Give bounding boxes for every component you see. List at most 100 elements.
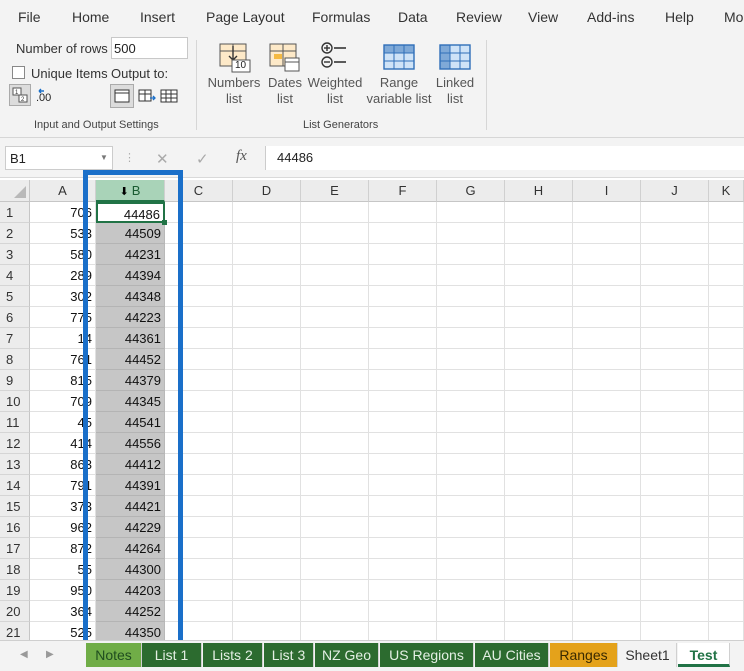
cell-empty[interactable]	[641, 223, 709, 244]
cell-empty[interactable]	[233, 454, 301, 475]
row-header[interactable]: 2	[0, 223, 30, 244]
row-header[interactable]: 1	[0, 202, 30, 223]
cell-empty[interactable]	[709, 454, 744, 475]
row-header[interactable]: 12	[0, 433, 30, 454]
row-header[interactable]: 6	[0, 307, 30, 328]
cell-empty[interactable]	[437, 391, 505, 412]
cell-empty[interactable]	[369, 265, 437, 286]
cell-empty[interactable]	[709, 265, 744, 286]
cell-empty[interactable]	[573, 307, 641, 328]
cell-empty[interactable]	[641, 307, 709, 328]
sheet-tab-list-1[interactable]: List 1	[142, 643, 202, 667]
cell-empty[interactable]	[709, 202, 744, 223]
cell-empty[interactable]	[301, 202, 369, 223]
sheet-tab-lists-2[interactable]: Lists 2	[203, 643, 263, 667]
cell-empty[interactable]	[573, 433, 641, 454]
cell-empty[interactable]	[369, 370, 437, 391]
cell-empty[interactable]	[437, 370, 505, 391]
cell-empty[interactable]	[233, 559, 301, 580]
cell-empty[interactable]	[709, 475, 744, 496]
cell-empty[interactable]	[505, 412, 573, 433]
cell-empty[interactable]	[641, 517, 709, 538]
cell-empty[interactable]	[301, 580, 369, 601]
cell-empty[interactable]	[369, 286, 437, 307]
cell-empty[interactable]	[641, 580, 709, 601]
cell-empty[interactable]	[233, 538, 301, 559]
cell-empty[interactable]	[301, 412, 369, 433]
formula-input[interactable]: 44486	[265, 146, 744, 170]
cell-empty[interactable]	[437, 433, 505, 454]
cell-empty[interactable]	[369, 391, 437, 412]
cell-empty[interactable]	[369, 454, 437, 475]
cell-empty[interactable]	[369, 496, 437, 517]
cell-empty[interactable]	[641, 286, 709, 307]
sheet-tab-sheet1[interactable]: Sheet1	[619, 643, 677, 667]
column-header-f[interactable]: F	[369, 180, 437, 202]
cell-empty[interactable]	[233, 433, 301, 454]
cell-empty[interactable]	[505, 601, 573, 622]
cell-empty[interactable]	[233, 601, 301, 622]
column-header-i[interactable]: I	[573, 180, 641, 202]
cell-empty[interactable]	[505, 370, 573, 391]
cell-empty[interactable]	[573, 223, 641, 244]
cell-empty[interactable]	[505, 454, 573, 475]
cell-empty[interactable]	[301, 601, 369, 622]
cell-empty[interactable]	[641, 202, 709, 223]
sheet-tab-us-regions[interactable]: US Regions	[380, 643, 474, 667]
cell-empty[interactable]	[573, 286, 641, 307]
cell-empty[interactable]	[709, 601, 744, 622]
cell-empty[interactable]	[709, 559, 744, 580]
column-header-e[interactable]: E	[301, 180, 369, 202]
row-header[interactable]: 3	[0, 244, 30, 265]
cell-empty[interactable]	[709, 307, 744, 328]
row-header[interactable]: 20	[0, 601, 30, 622]
cell-empty[interactable]	[233, 349, 301, 370]
cell-empty[interactable]	[369, 601, 437, 622]
cell-empty[interactable]	[369, 223, 437, 244]
sheet-tab-test[interactable]: Test	[678, 643, 730, 667]
menu-formulas[interactable]: Formulas	[312, 9, 370, 25]
cell-empty[interactable]	[369, 244, 437, 265]
output-table-icon[interactable]	[159, 86, 179, 106]
cell-empty[interactable]	[573, 244, 641, 265]
cell-empty[interactable]	[709, 391, 744, 412]
cell-empty[interactable]	[641, 391, 709, 412]
cell-empty[interactable]	[709, 223, 744, 244]
cell-empty[interactable]	[369, 202, 437, 223]
cancel-icon[interactable]: ✕	[156, 150, 169, 168]
cell-empty[interactable]	[641, 265, 709, 286]
cell-empty[interactable]	[573, 475, 641, 496]
cell-empty[interactable]	[641, 601, 709, 622]
cell-empty[interactable]	[301, 328, 369, 349]
cell-empty[interactable]	[437, 307, 505, 328]
cell-empty[interactable]	[505, 538, 573, 559]
cell-empty[interactable]	[437, 265, 505, 286]
cell-empty[interactable]	[505, 433, 573, 454]
select-all-button[interactable]	[0, 180, 30, 202]
number-of-rows-input[interactable]	[111, 37, 188, 59]
cell-empty[interactable]	[301, 307, 369, 328]
menu-file[interactable]: File	[18, 9, 41, 25]
cell-empty[interactable]	[505, 328, 573, 349]
cell-empty[interactable]	[301, 433, 369, 454]
cell-empty[interactable]	[437, 538, 505, 559]
cell-empty[interactable]	[709, 412, 744, 433]
cell-empty[interactable]	[233, 244, 301, 265]
cell-empty[interactable]	[233, 496, 301, 517]
cell-empty[interactable]	[641, 349, 709, 370]
row-header[interactable]: 4	[0, 265, 30, 286]
cell-empty[interactable]	[709, 496, 744, 517]
cell-empty[interactable]	[641, 412, 709, 433]
cell-empty[interactable]	[233, 412, 301, 433]
tab-scroll-right-icon[interactable]: ▶	[46, 649, 54, 660]
enter-icon[interactable]: ✓	[196, 150, 209, 168]
cell-empty[interactable]	[301, 391, 369, 412]
cell-empty[interactable]	[709, 349, 744, 370]
cell-empty[interactable]	[233, 265, 301, 286]
row-header[interactable]: 11	[0, 412, 30, 433]
cell-empty[interactable]	[573, 454, 641, 475]
column-header-h[interactable]: H	[505, 180, 573, 202]
cell-empty[interactable]	[301, 538, 369, 559]
cell-empty[interactable]	[301, 559, 369, 580]
tab-scroll-left-icon[interactable]: ◀	[20, 649, 28, 660]
